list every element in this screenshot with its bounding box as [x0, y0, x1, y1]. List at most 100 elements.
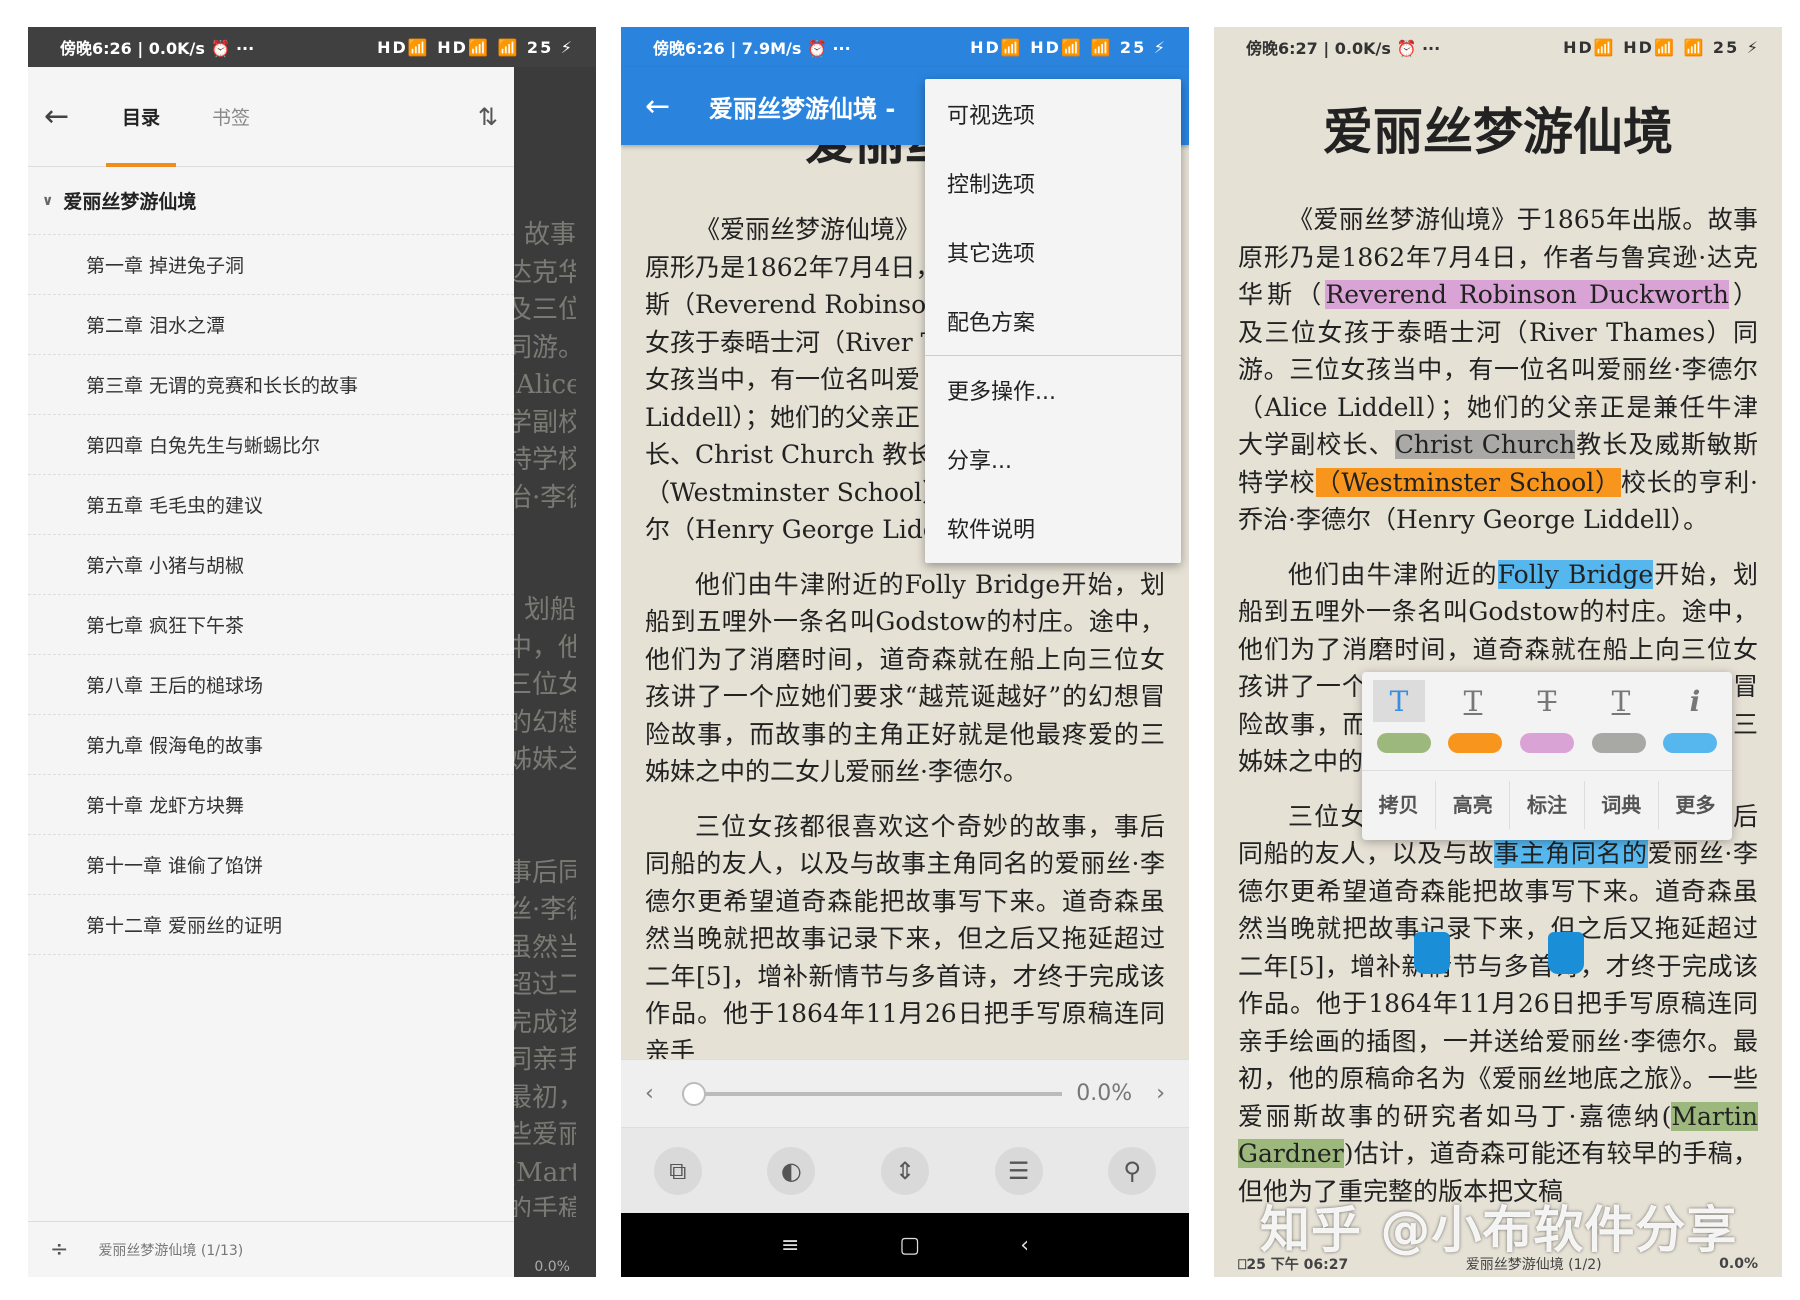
progress-bar: ‹ 0.0% ›	[621, 1059, 1189, 1127]
menu-item[interactable]: 控制选项	[925, 148, 1181, 217]
background-line: 学副校	[506, 407, 576, 438]
back-arrow-icon[interactable]: ←	[44, 99, 96, 134]
menu-item[interactable]: 软件说明	[925, 493, 1181, 562]
background-line: 同亲手	[506, 1045, 576, 1075]
toc-chapter-item[interactable]: 第八章 王后的槌球场	[28, 655, 514, 715]
menu-item[interactable]: 配色方案	[925, 286, 1181, 355]
menu-item[interactable]: 更多操作...	[925, 355, 1181, 424]
selected-text[interactable]: 事主角同名的	[1494, 839, 1648, 868]
next-page-icon[interactable]: ›	[1156, 1081, 1165, 1106]
popup-action-button[interactable]: 拷贝	[1362, 780, 1437, 829]
annotation-highlight[interactable]: Reverend Robinson Duckworth	[1325, 280, 1729, 309]
toc-root-label: 爱丽丝梦游仙境	[63, 191, 197, 213]
toc-chapter-item[interactable]: 第十一章 谁偷了馅饼	[28, 835, 514, 895]
color-scheme-icon[interactable]: ◐	[767, 1146, 816, 1195]
status-icons: HD📶 HD📶 📶 25 ⚡	[1563, 37, 1760, 57]
selection-start-handle[interactable]	[1414, 932, 1450, 974]
annotation-highlight[interactable]: Christ Church	[1394, 430, 1576, 459]
reader-menu-screen: 傍晚6:26 | 7.9M/s ⏰ ··· HD📶 HD📶 📶 25 ⚡ ← 爱…	[621, 27, 1189, 1277]
status-bar: 傍晚6:26 | 7.9M/s ⏰ ··· HD📶 HD📶 📶 25 ⚡	[621, 27, 1189, 67]
back-arrow-icon[interactable]: ←	[645, 89, 709, 124]
menu-item[interactable]: 可视选项	[925, 79, 1181, 148]
toc-root-item[interactable]: ∨ 爱丽丝梦游仙境	[28, 167, 514, 235]
toc-chapter-item[interactable]: 第七章 疯狂下午茶	[28, 595, 514, 655]
toc-chapter-item[interactable]: 第十二章 爱丽丝的证明	[28, 895, 514, 955]
progress-slider-knob[interactable]	[681, 1081, 706, 1106]
sort-icon[interactable]: ⇅	[478, 103, 498, 131]
menu-item[interactable]: 其它选项	[925, 217, 1181, 286]
book-layout-icon[interactable]: ⧉	[653, 1146, 702, 1195]
annotation-highlight[interactable]: （Westminster School）	[1315, 467, 1621, 497]
bottom-toolbar: ⧉ ◐ ⇕ ☰ ⚲	[621, 1127, 1189, 1213]
highlight-color-swatch[interactable]	[1663, 733, 1718, 753]
tab-bookmarks[interactable]: 书签	[212, 67, 250, 167]
highlight-color-swatch[interactable]	[1591, 733, 1646, 753]
paragraph-2: 他们由牛津附近的Folly Bridge开始，划船到五哩外一条名叫Godstow…	[645, 569, 1165, 787]
annotation-highlight[interactable]: Folly Bridge	[1497, 559, 1654, 589]
toc-chapter-item[interactable]: 第二章 泪水之潭	[28, 295, 514, 355]
drawer-footer: ÷ 爱丽丝梦游仙境 (1/13)	[28, 1221, 514, 1277]
prev-page-icon[interactable]: ‹	[645, 1081, 654, 1106]
strikethrough-style-icon[interactable]: T	[1521, 680, 1573, 722]
search-icon[interactable]: ⚲	[1108, 1146, 1157, 1195]
book-title: 爱丽丝梦游仙境	[1323, 103, 1673, 161]
paragraph-1: 《爱丽丝梦游仙境》于1865年出版。故事原形乃是1862年7月4日，作者与鲁宾逊…	[1238, 201, 1758, 539]
toc-chapter-item[interactable]: 第五章 毛毛虫的建议	[28, 475, 514, 535]
highlight-color-swatch[interactable]	[1376, 733, 1431, 753]
background-line: 姊妹之	[506, 745, 576, 775]
status-time: 傍晚6:27 | 0.0K/s ⏰ ···	[1246, 39, 1441, 58]
background-line	[506, 780, 576, 818]
reader-content[interactable]: 爱丽丝梦游仙境 《爱丽丝梦游仙境》于1865年出版。故事原形乃是1862年7月4…	[1238, 97, 1758, 1227]
toc-chapter-item[interactable]: 第九章 假海龟的故事	[28, 715, 514, 775]
back-nav-icon[interactable]: ‹	[1020, 1233, 1029, 1258]
background-line: 同游。三位	[506, 332, 576, 363]
tab-contents[interactable]: 目录	[105, 67, 177, 167]
chevron-down-icon[interactable]: ∨	[42, 193, 53, 209]
highlight-style-icon[interactable]: T	[1373, 680, 1425, 722]
toolbar-title: 爱丽丝梦游仙境 -	[709, 94, 896, 123]
popup-action-button[interactable]: 高亮	[1436, 780, 1511, 829]
background-progress: 0.0%	[534, 1259, 570, 1275]
squiggle-style-icon[interactable]: T	[1595, 680, 1647, 722]
collapse-icon[interactable]: ÷	[50, 1237, 68, 1262]
overflow-menu: 可视选项 控制选项 其它选项 配色方案 更多操作... 分享... 软件说明	[925, 79, 1181, 563]
toc-chapter-item[interactable]: 第一章 掉进兔子洞	[28, 235, 514, 295]
progress-track[interactable]	[681, 1081, 1063, 1106]
popup-action-button[interactable]: 更多	[1659, 781, 1732, 829]
toc-chapter-item[interactable]: 第六章 小猪与胡椒	[28, 535, 514, 595]
chapter-list: 第一章 掉进兔子洞 第二章 泪水之潭 第三章 无谓的竞赛和长长的故事 第四章 白兔先生…	[28, 235, 514, 955]
underline-style-icon[interactable]: T	[1447, 680, 1499, 722]
auto-scroll-icon[interactable]: ⇕	[880, 1146, 929, 1195]
popup-action-button[interactable]: 标注	[1510, 780, 1585, 829]
toc-chapter-item[interactable]: 第三章 无谓的竞赛和长长的故事	[28, 355, 514, 415]
background-line: (Alice	[506, 370, 576, 400]
recents-icon[interactable]: ≡	[781, 1233, 799, 1258]
toc-screen: 傍晚6:26 | 0.0K/s ⏰ ··· HD📶 HD📶 📶 25 ⚡ 故事达…	[28, 27, 596, 1277]
background-line	[506, 555, 576, 593]
background-line: 超过二年	[506, 970, 576, 1000]
text-run: 他们由牛津附近的	[1288, 559, 1498, 589]
background-line: 三位女孩讲	[506, 670, 576, 700]
background-line: 事后同	[506, 857, 576, 888]
background-line: 虽然当	[506, 932, 576, 963]
background-line: 治·李德	[506, 482, 576, 513]
background-line	[506, 517, 576, 555]
popup-action-button[interactable]: 词典	[1585, 780, 1659, 829]
highlight-color-swatch[interactable]	[1519, 733, 1574, 753]
selection-popup: TTTTi 拷贝 高亮 标注 词典 更多	[1362, 672, 1732, 840]
home-icon[interactable]: ▢	[899, 1233, 920, 1258]
toc-chapter-item[interactable]: 第十章 龙虾方块舞	[28, 775, 514, 835]
background-line: 的手稿，	[506, 1195, 576, 1217]
toc-list-icon[interactable]: ☰	[994, 1146, 1043, 1195]
info-icon[interactable]: i	[1669, 680, 1721, 722]
style-options: TTTTi	[1362, 672, 1732, 722]
menu-item[interactable]: 分享...	[925, 424, 1181, 493]
toc-chapter-item[interactable]: 第四章 白兔先生与蜥蜴比尔	[28, 415, 514, 475]
background-line: 完成该作	[506, 1007, 576, 1038]
color-options	[1362, 722, 1732, 764]
selection-end-handle[interactable]	[1548, 932, 1584, 974]
background-line: 些爱丽	[506, 1120, 576, 1150]
highlight-color-swatch[interactable]	[1448, 733, 1503, 753]
background-line	[506, 817, 576, 855]
background-line: 故事	[523, 220, 576, 250]
